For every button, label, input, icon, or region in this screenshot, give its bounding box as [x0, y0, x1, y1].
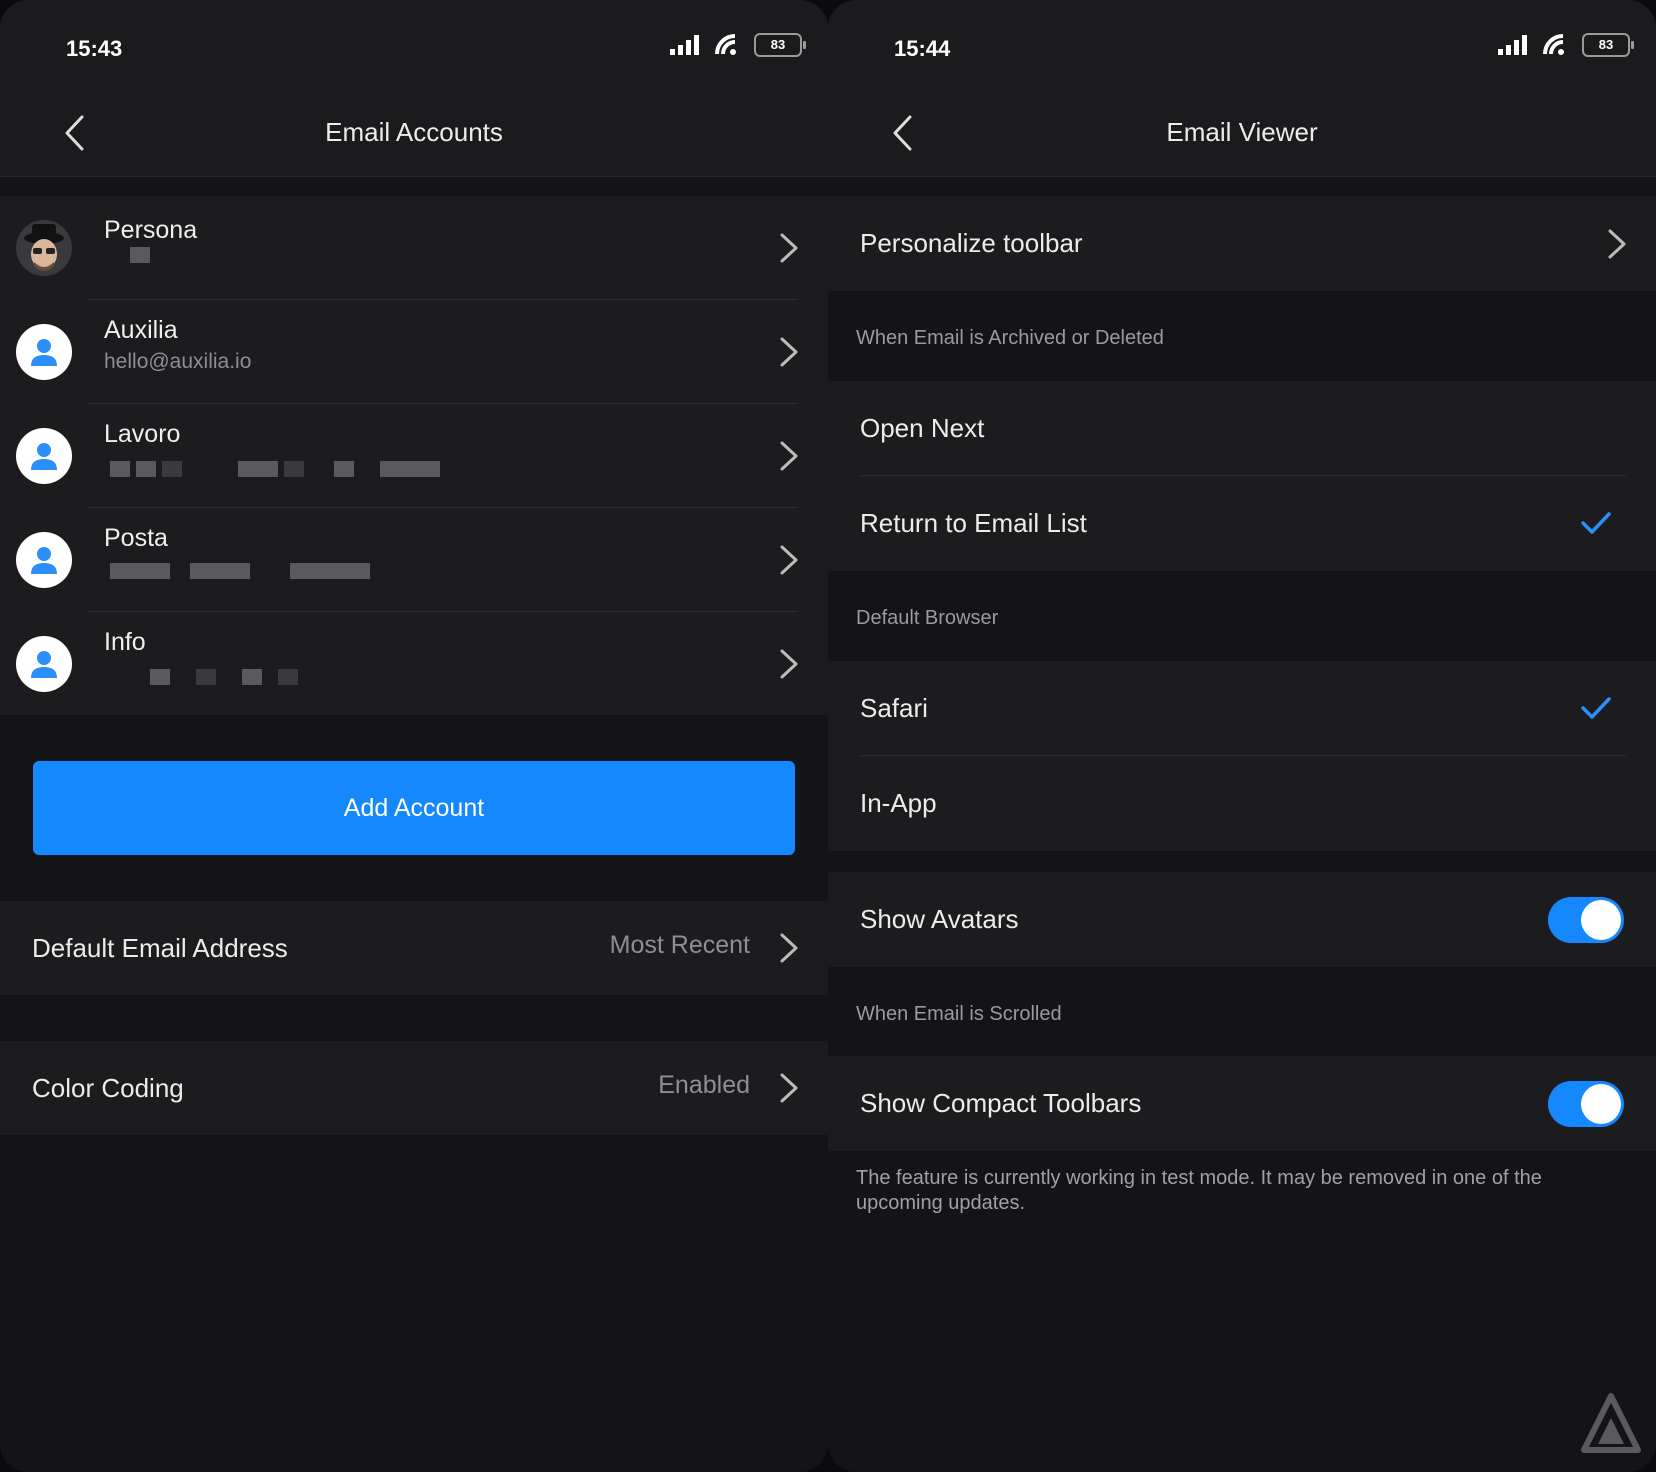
- option-in-app[interactable]: In-App: [828, 756, 1656, 851]
- add-account-button[interactable]: Add Account: [33, 761, 795, 855]
- status-bar: 15:43 83: [0, 0, 828, 95]
- status-time: 15:43: [66, 36, 123, 61]
- safari-label: Safari: [860, 693, 928, 723]
- toggle-knob: [1581, 1084, 1621, 1124]
- compact-toolbars-toggle[interactable]: [1548, 1081, 1624, 1127]
- person-icon: [31, 547, 57, 574]
- redacted-email: [110, 460, 440, 478]
- checkmark-icon: [1581, 697, 1611, 719]
- account-name: Persona: [104, 216, 198, 244]
- account-name: Auxilia: [104, 316, 178, 344]
- account-name: Posta: [104, 524, 168, 552]
- open-next-label: Open Next: [860, 413, 985, 443]
- in-app-label: In-App: [860, 788, 937, 818]
- compact-toolbars-row: Show Compact Toolbars: [828, 1056, 1656, 1151]
- checkmark-icon: [1581, 512, 1611, 534]
- avatar: [16, 636, 72, 692]
- redacted-email: [110, 562, 370, 580]
- person-icon: [31, 443, 57, 470]
- email-accounts-screen: 15:43 83 Email Accounts Persona Auxilia …: [0, 0, 828, 1472]
- account-name: Info: [104, 628, 146, 656]
- avatar: [16, 532, 72, 588]
- account-email: hello@auxilia.io: [104, 350, 252, 373]
- wifi-icon: [715, 34, 736, 55]
- section-header-scrolled: When Email is Scrolled: [856, 1003, 1062, 1025]
- account-row-info[interactable]: Info: [0, 612, 828, 715]
- chevron-right-icon: [780, 933, 798, 963]
- show-avatars-label: Show Avatars: [860, 904, 1019, 934]
- chevron-right-icon: [780, 441, 798, 471]
- status-icons: 83: [670, 33, 806, 57]
- wifi-icon: [1543, 34, 1564, 55]
- page-title: Email Viewer: [1166, 117, 1318, 147]
- status-icons: 83: [1498, 33, 1634, 57]
- color-coding-value: Enabled: [658, 1071, 750, 1099]
- chevron-right-icon: [1608, 229, 1626, 259]
- status-time: 15:44: [894, 36, 951, 61]
- color-coding-row[interactable]: Color Coding Enabled: [0, 1041, 828, 1135]
- section-header-browser: Default Browser: [856, 607, 999, 629]
- chevron-right-icon: [780, 233, 798, 263]
- personalize-toolbar-row[interactable]: Personalize toolbar: [828, 196, 1656, 291]
- account-row-posta[interactable]: Posta: [0, 508, 828, 612]
- show-avatars-toggle[interactable]: [1548, 897, 1624, 943]
- android-police-logo-icon: [1581, 1393, 1641, 1453]
- redacted-email: [150, 668, 298, 686]
- option-open-next[interactable]: Open Next: [828, 381, 1656, 476]
- person-icon: [31, 651, 57, 678]
- chevron-right-icon: [780, 545, 798, 575]
- accounts-list: Persona Auxilia hello@auxilia.io Lavoro: [0, 196, 828, 715]
- account-row-auxilia[interactable]: Auxilia hello@auxilia.io: [0, 300, 828, 404]
- after-archive-options: Open Next Return to Email List: [828, 381, 1656, 571]
- persona-avatar-icon: [16, 220, 72, 276]
- chevron-right-icon: [780, 1073, 798, 1103]
- battery-indicator: 83: [1582, 33, 1634, 57]
- person-icon: [31, 339, 57, 366]
- email-viewer-screen: 15:44 83 Email Viewer Personalize toolba…: [828, 0, 1656, 1472]
- option-return-to-list[interactable]: Return to Email List: [828, 476, 1656, 571]
- avatar: [16, 428, 72, 484]
- account-row-lavoro[interactable]: Lavoro: [0, 404, 828, 508]
- signal-icon: [670, 35, 699, 55]
- avatar: [16, 324, 72, 380]
- color-coding-label: Color Coding: [32, 1073, 184, 1103]
- chevron-right-icon: [780, 337, 798, 367]
- page-title: Email Accounts: [325, 117, 503, 147]
- default-email-label: Default Email Address: [32, 933, 288, 963]
- battery-indicator: 83: [754, 33, 806, 57]
- signal-icon: [1498, 35, 1527, 55]
- test-mode-footnote: The feature is currently working in test…: [856, 1167, 1542, 1214]
- navigation-bar: Email Viewer: [828, 95, 1656, 177]
- redacted-email: [130, 246, 150, 264]
- toggle-knob: [1581, 900, 1621, 940]
- account-name: Lavoro: [104, 420, 181, 448]
- account-row-persona[interactable]: Persona: [0, 196, 828, 300]
- avatar: [16, 220, 72, 276]
- browser-options: Safari In-App: [828, 661, 1656, 851]
- default-email-value: Most Recent: [609, 931, 750, 959]
- return-to-list-label: Return to Email List: [860, 508, 1087, 538]
- compact-toolbars-label: Show Compact Toolbars: [860, 1088, 1142, 1118]
- navigation-bar: Email Accounts: [0, 95, 828, 177]
- personalize-toolbar-label: Personalize toolbar: [860, 228, 1083, 258]
- chevron-right-icon: [780, 649, 798, 679]
- status-bar: 15:44 83: [828, 0, 1656, 95]
- show-avatars-row: Show Avatars: [828, 872, 1656, 967]
- section-header-archived: When Email is Archived or Deleted: [856, 327, 1164, 349]
- default-email-row[interactable]: Default Email Address Most Recent: [0, 901, 828, 995]
- option-safari[interactable]: Safari: [828, 661, 1656, 756]
